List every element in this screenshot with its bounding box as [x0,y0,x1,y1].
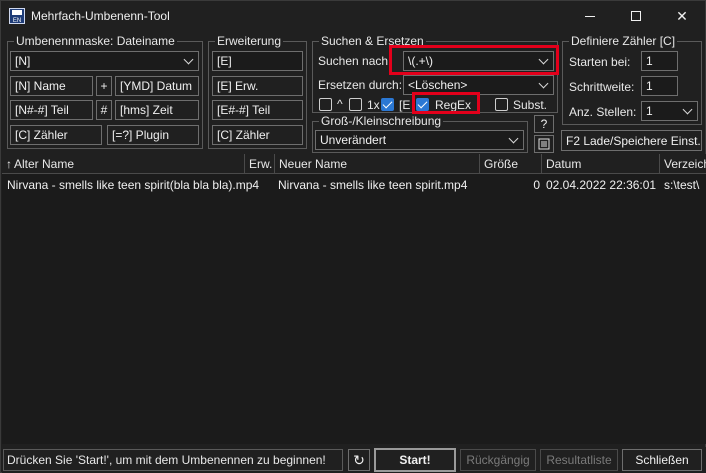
replace-with-label: Ersetzen durch: [318,78,403,92]
multi-rename-window: EN Mehrfach-Umbenenn-Tool ✕ Umbenennmask… [0,0,706,473]
insert-time-button[interactable]: [hms] Zeit [115,100,199,120]
sort-ascending-icon: ↑ [6,157,12,171]
title-bar: EN Mehrfach-Umbenenn-Tool ✕ [1,1,705,31]
case-value: Unverändert [320,133,387,147]
close-window-button[interactable]: ✕ [659,1,705,31]
step-field[interactable]: 1 [641,76,678,96]
extension-search-checkbox[interactable] [381,98,394,111]
maximize-icon [631,11,641,21]
undo-button[interactable]: Rückgängig [460,449,536,471]
file-list[interactable]: Nirvana - smells like teen spirit(bla bl… [2,174,706,444]
extension-label: Erweiterung [215,34,284,48]
step-value: 1 [646,79,653,93]
directory-cell: s:\test\ [664,178,700,192]
date-cell: 02.04.2022 22:36:01 [546,178,657,192]
search-replace-label: Suchen & Ersetzen [319,34,426,48]
insert-date-button[interactable]: [YMD] Datum [115,76,199,96]
plus-button[interactable]: + [96,76,112,96]
minimize-button[interactable] [567,1,613,31]
column-extension-label: Erw. [249,157,273,171]
caret-checkbox[interactable] [319,98,332,111]
insert-extension-part-button[interactable]: [E#-#] Teil [212,100,303,120]
column-old-name[interactable]: ↑ Alter Name [2,154,245,174]
column-size-label: Größe [484,157,519,171]
maximize-button[interactable] [613,1,659,31]
refresh-button[interactable]: ↻ [348,449,370,471]
insert-extension-counter-button[interactable]: [C] Zähler [212,125,303,145]
column-directory-label: Verzeich [664,157,706,171]
window-title: Mehrfach-Umbenenn-Tool [31,9,170,23]
multi-rename-app-icon: EN [9,8,25,24]
edit-list-button[interactable] [534,135,554,153]
counter-label: Definiere Zähler [C] [569,34,678,48]
svg-text:EN: EN [13,18,21,24]
chevron-down-icon [538,78,549,89]
refresh-icon: ↻ [353,451,365,468]
old-name-cell: Nirvana - smells like teen spirit(bla bl… [7,178,260,192]
chevron-down-icon [682,104,693,115]
column-date[interactable]: Datum [542,154,660,174]
once-option-label: 1x [367,98,380,112]
once-checkbox[interactable] [349,98,362,111]
new-name-cell: Nirvana - smells like teen spirit.mp4 [278,178,468,192]
filename-mask-label: Umbenennmaske: Dateiname [14,34,177,48]
file-list-header: ↑ Alter Name Erw. Neuer Name Größe Datum… [2,154,706,174]
extension-mask-field[interactable]: [E] [212,51,303,71]
result-list-button[interactable]: Resultatliste [540,449,618,471]
column-directory[interactable]: Verzeich [660,154,706,174]
file-row[interactable]: Nirvana - smells like teen spirit(bla bl… [2,174,706,194]
chevron-down-icon [508,133,519,144]
case-combobox[interactable]: Unverändert [315,130,524,150]
insert-counter-button[interactable]: [C] Zähler [10,125,102,145]
column-new-name[interactable]: Neuer Name [275,154,480,174]
replace-with-combobox[interactable]: <Löschen> [403,75,554,95]
extension-search-label: [E [399,98,411,112]
start-button[interactable]: Start! [374,448,456,472]
close-button[interactable]: Schließen [622,449,702,471]
filename-mask-combobox[interactable]: [N] [10,51,199,71]
digits-value: 1 [646,104,653,118]
minimize-icon [585,15,595,17]
search-for-label: Suchen nach: [318,54,392,68]
hash-button[interactable]: # [96,100,112,120]
subst-label: Subst. [513,98,548,112]
filename-mask-value: [N] [15,54,31,68]
insert-extension-button[interactable]: [E] Erw. [212,76,303,96]
close-icon: ✕ [676,7,688,24]
list-icon [538,138,550,150]
insert-name-button[interactable]: [N] Name [10,76,93,96]
search-for-combobox[interactable]: \(.+\) [403,51,554,71]
load-save-settings-button[interactable]: F2 Lade/Speichere Einst. [561,130,702,151]
chevron-down-icon [538,54,549,65]
digits-label: Anz. Stellen: [569,105,637,119]
extension-mask-value: [E] [217,54,232,68]
insert-name-part-button[interactable]: [N#-#] Teil [10,100,93,120]
column-date-label: Datum [546,157,582,171]
column-extension[interactable]: Erw. [245,154,275,174]
status-bar: Drücken Sie 'Start!', um mit dem Umbenen… [2,447,706,473]
insert-plugin-button[interactable]: [=?] Plugin [107,125,199,145]
column-new-name-label: Neuer Name [279,157,348,171]
status-message: Drücken Sie 'Start!', um mit dem Umbenen… [3,449,343,471]
column-size[interactable]: Größe [480,154,542,174]
replace-with-value: <Löschen> [408,78,468,92]
regex-checkbox[interactable] [416,98,429,111]
search-for-value: \(.+\) [408,54,434,68]
case-label: Groß-/Kleinschreibung [319,114,444,128]
size-cell: 0 [533,178,540,192]
regex-help-button[interactable]: ? [534,115,554,133]
column-old-name-label: Alter Name [14,157,75,171]
step-label: Schrittweite: [569,80,635,94]
chevron-down-icon [183,54,194,65]
start-at-value: 1 [646,54,653,68]
caret-option-label: ^ [337,97,343,111]
start-at-label: Starten bei: [569,55,631,69]
subst-checkbox[interactable] [495,98,508,111]
regex-label: RegEx [435,98,472,112]
digits-combobox[interactable]: 1 [641,101,698,121]
start-at-field[interactable]: 1 [641,51,678,71]
